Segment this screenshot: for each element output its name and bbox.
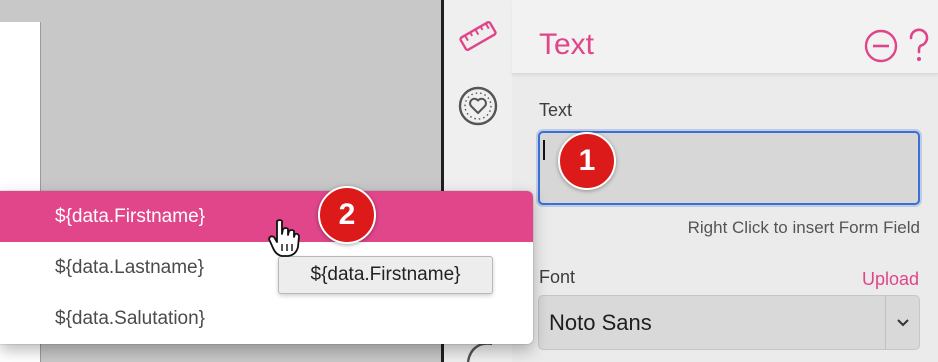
form-field-hint: Right Click to insert Form Field bbox=[687, 218, 920, 237]
hand-cursor-icon bbox=[266, 218, 302, 258]
menu-item-salutation[interactable]: ${data.Salutation} bbox=[0, 293, 533, 344]
font-field-label: Font bbox=[539, 267, 576, 287]
text-field-label: Text bbox=[539, 100, 573, 120]
step-badge-2: 2 bbox=[318, 186, 376, 244]
tooltip: ${data.Firstname} bbox=[278, 256, 493, 294]
font-select-value: Noto Sans bbox=[549, 310, 652, 335]
panel-header: Text bbox=[512, 0, 938, 74]
chevron-down-icon[interactable] bbox=[885, 296, 919, 349]
minus-circle-icon[interactable] bbox=[863, 28, 899, 64]
ruler-icon[interactable] bbox=[456, 14, 500, 58]
step-badge-1: 1 bbox=[558, 132, 616, 190]
help-icon[interactable] bbox=[906, 28, 932, 64]
heart-badge-icon[interactable] bbox=[456, 84, 500, 128]
text-caret bbox=[543, 140, 545, 160]
upload-link[interactable]: Upload bbox=[862, 268, 919, 290]
panel-title: Text bbox=[539, 28, 595, 61]
font-select[interactable]: Noto Sans bbox=[538, 295, 920, 350]
